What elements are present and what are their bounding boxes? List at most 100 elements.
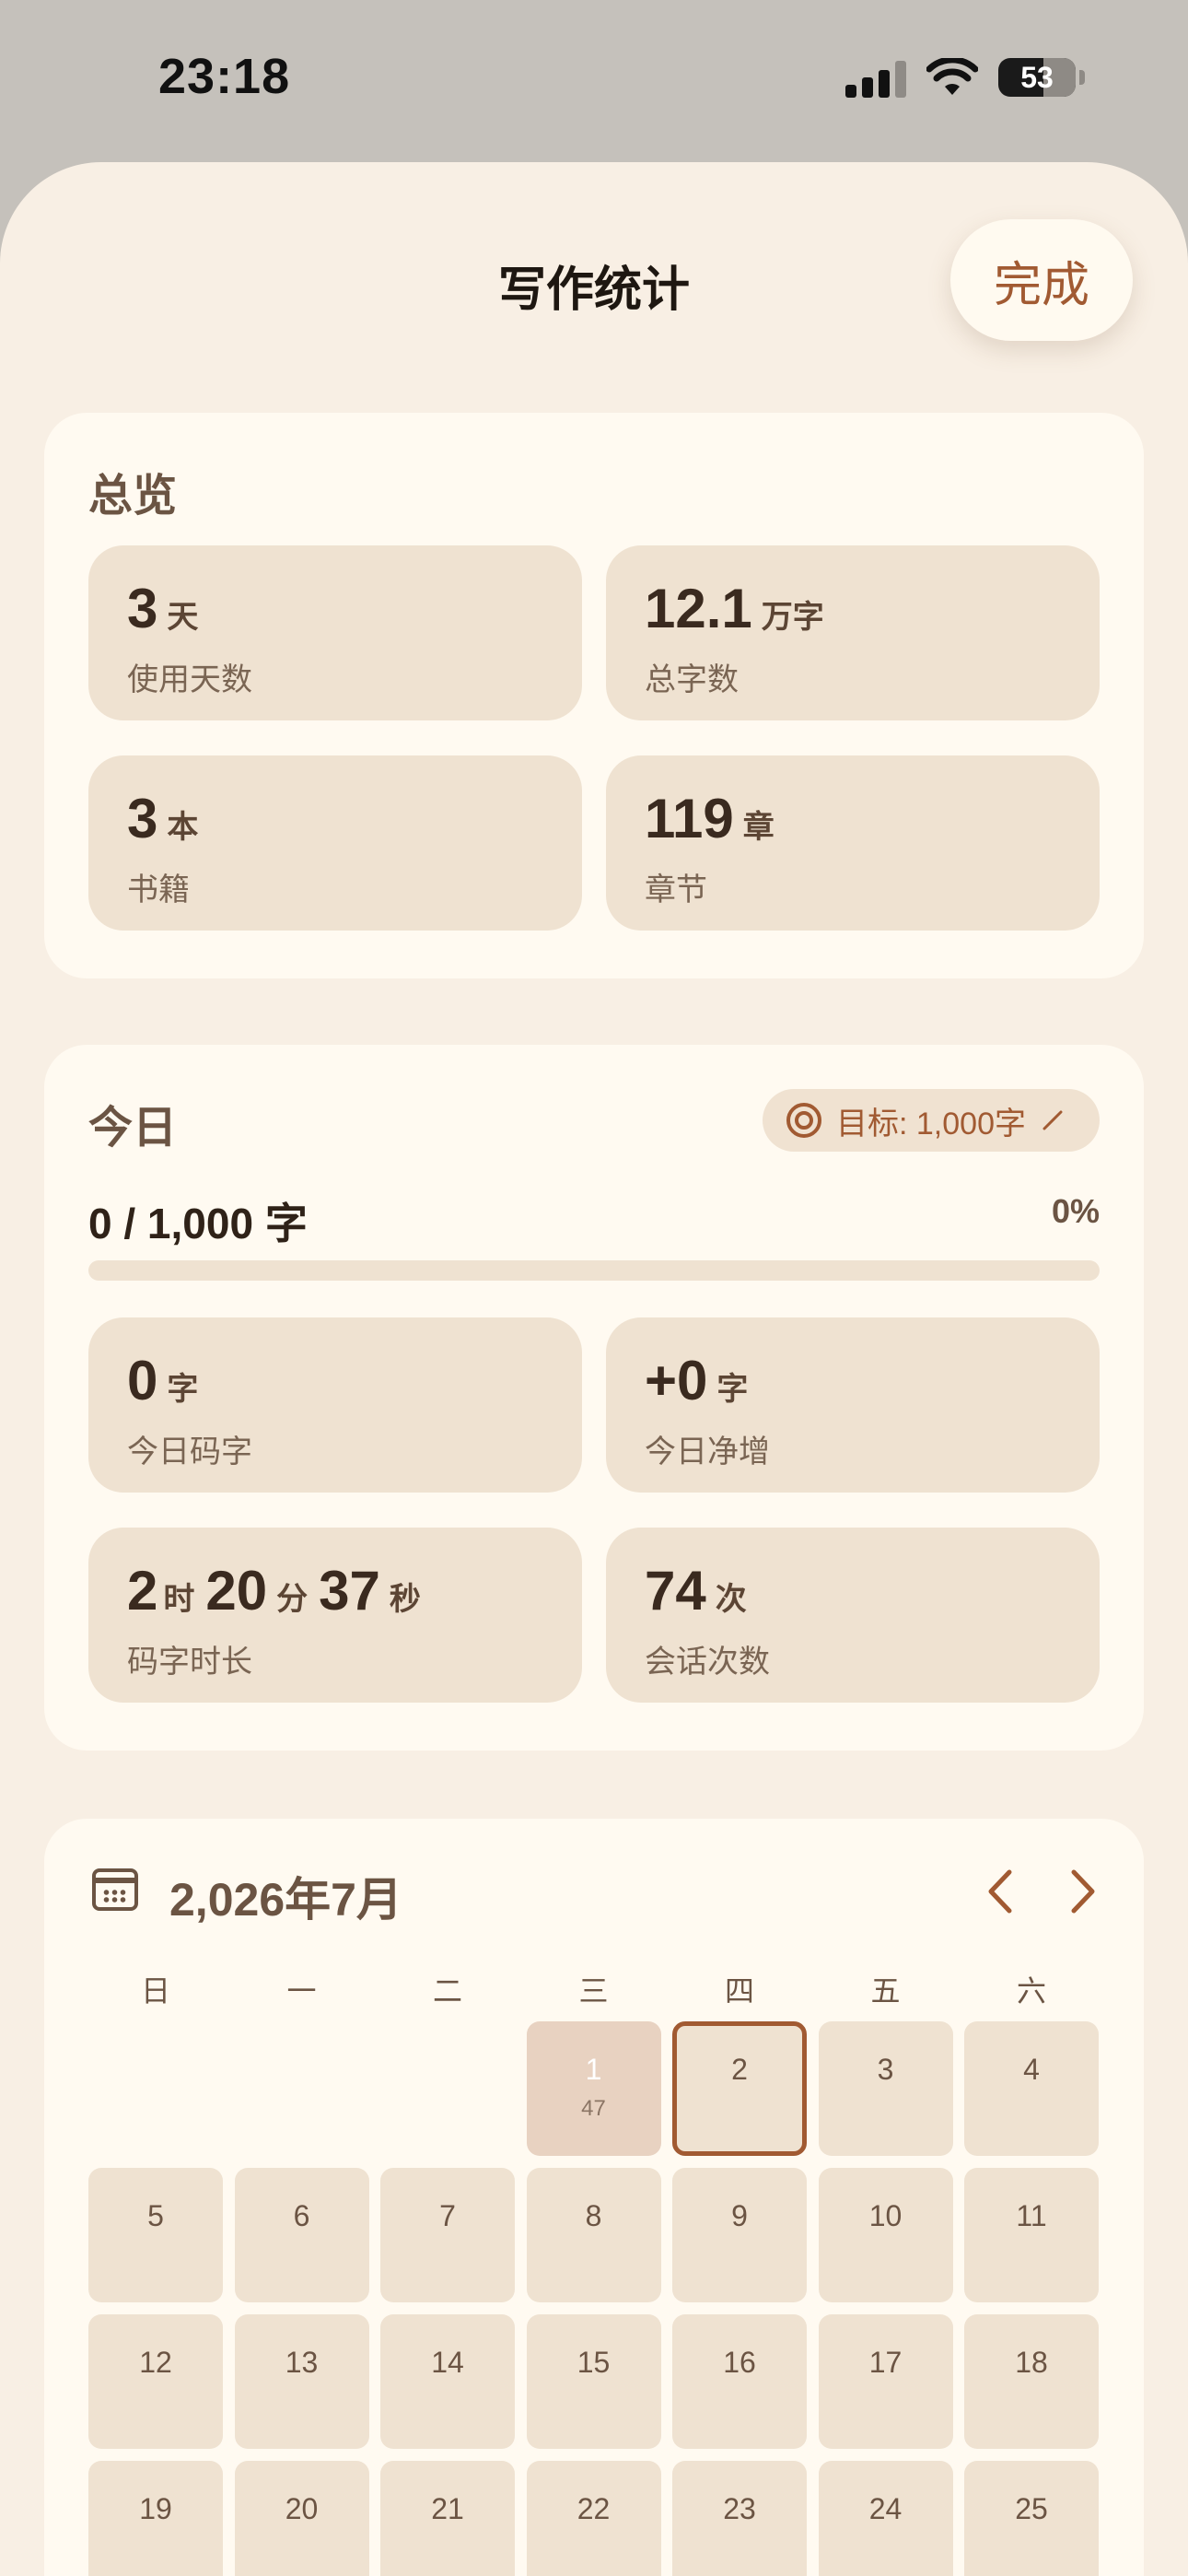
calendar-day-1[interactable]: 1 47 — [526, 2021, 661, 2156]
today-card: 今日 目标: 1,000字 0 / 1,000 字 0% 0字 今日码字 +0 字… — [44, 1045, 1144, 1751]
day-number: 11 — [1016, 2199, 1047, 2232]
stat-tile-net-increase: +0 字 今日净增 — [606, 1317, 1100, 1493]
calendar-day-6[interactable]: 6 — [234, 2168, 369, 2302]
stat-label: 使用天数 — [127, 662, 252, 697]
calendar-day-14[interactable]: 14 — [380, 2314, 515, 2449]
weekday-label: 六 — [1016, 1974, 1046, 2008]
weekday-label: 五 — [870, 1974, 901, 2008]
day-number: 24 — [868, 2492, 903, 2525]
stat-value: +0 — [645, 1350, 708, 1411]
chevron-left-icon[interactable] — [967, 1859, 1031, 1924]
day-number: 14 — [431, 2346, 464, 2379]
progress-text: 0 / 1,000 字 — [88, 1200, 308, 1247]
day-number: 25 — [1015, 2492, 1048, 2525]
stat-tile-sessions: 74 次 会话次数 — [606, 1528, 1100, 1703]
calendar-day-15[interactable]: 15 — [526, 2314, 661, 2449]
calendar-day-23[interactable]: 23 — [672, 2461, 807, 2576]
overview-title: 总览 — [88, 472, 178, 521]
duration-seconds: 37 — [319, 1560, 380, 1622]
weekday-label: 日 — [140, 1974, 170, 2008]
day-number: 12 — [139, 2346, 172, 2379]
day-word-count: 47 — [581, 2096, 606, 2121]
stat-label: 今日码字 — [127, 1434, 252, 1469]
weekday-label: 一 — [286, 1974, 317, 2008]
stat-unit: 时 — [163, 1582, 195, 1617]
stat-value: 3 — [127, 578, 158, 639]
calendar-day-21[interactable]: 21 — [380, 2461, 515, 2576]
goal-button[interactable]: 目标: 1,000字 — [763, 1089, 1100, 1152]
calendar-day-25[interactable]: 25 — [964, 2461, 1099, 2576]
day-number: 10 — [868, 2199, 903, 2232]
day-number: 6 — [293, 2199, 310, 2232]
day-number: 18 — [1015, 2346, 1048, 2379]
stat-value: 0 — [127, 1350, 158, 1411]
calendar-day-19[interactable]: 19 — [88, 2461, 223, 2576]
day-number: 8 — [585, 2199, 602, 2232]
edit-icon — [1042, 1110, 1063, 1130]
stat-unit: 章 — [742, 810, 775, 845]
progress-bar — [88, 1260, 1100, 1281]
day-number: 23 — [723, 2492, 756, 2525]
stat-label: 码字时长 — [127, 1645, 252, 1680]
day-number: 3 — [877, 2053, 894, 2086]
signal-icon — [845, 57, 906, 98]
calendar-day-4[interactable]: 4 — [964, 2021, 1099, 2156]
day-number: 17 — [868, 2346, 903, 2379]
calendar-day-18[interactable]: 18 — [964, 2314, 1099, 2449]
day-number: 7 — [439, 2199, 456, 2232]
stat-unit: 字 — [167, 1372, 199, 1407]
calendar-card: 2,026年7月 日一二三四五六 1 47 2 3 4 5 6 7 8 9 10 11 12 13 14 15 1… — [44, 1819, 1144, 2576]
calendar-day-12[interactable]: 12 — [88, 2314, 223, 2449]
stat-tile-chapters: 119 章 章节 — [606, 755, 1100, 931]
done-button[interactable]: 完成 — [950, 219, 1133, 341]
calendar-month-label: 2,026年7月 — [169, 1874, 402, 1926]
calendar-day-3[interactable]: 3 — [818, 2021, 953, 2156]
calendar-day-2[interactable]: 2 — [672, 2021, 807, 2156]
weekday-label: 三 — [578, 1974, 609, 2008]
day-number: 9 — [731, 2199, 748, 2232]
stat-label: 今日净增 — [645, 1434, 770, 1469]
day-number: 1 — [585, 2053, 602, 2086]
calendar-day-16[interactable]: 16 — [672, 2314, 807, 2449]
day-number: 20 — [285, 2492, 319, 2525]
day-number: 4 — [1023, 2053, 1040, 2086]
calendar-day-17[interactable]: 17 — [818, 2314, 953, 2449]
calendar-day-9[interactable]: 9 — [672, 2168, 807, 2302]
weekday-label: 二 — [432, 1974, 462, 2008]
chevron-right-icon[interactable] — [1052, 1859, 1116, 1924]
stat-tile-books: 3本 书籍 — [88, 755, 582, 931]
stat-unit: 秒 — [389, 1582, 421, 1617]
calendar-day-22[interactable]: 22 — [526, 2461, 661, 2576]
calendar-day-8[interactable]: 8 — [526, 2168, 661, 2302]
stat-unit: 分 — [276, 1582, 309, 1617]
day-number: 2 — [731, 2053, 748, 2086]
duration-minutes: 20 — [205, 1560, 268, 1622]
stat-label: 书籍 — [127, 872, 190, 907]
day-number: 5 — [147, 2199, 164, 2232]
stat-label: 章节 — [645, 872, 707, 907]
day-number: 19 — [139, 2492, 172, 2525]
calendar-day-11[interactable]: 11 — [964, 2168, 1099, 2302]
battery-level: 53 — [1020, 60, 1054, 94]
calendar-day-10[interactable]: 10 — [818, 2168, 953, 2302]
day-number: 13 — [285, 2346, 319, 2379]
target-icon — [786, 1103, 821, 1138]
stats-sheet: 写作统计 完成 总览 3天 使用天数 12.1 万字 总字数 3本 书籍 119 章… — [0, 162, 1188, 2576]
stat-label: 会话次数 — [645, 1645, 770, 1680]
calendar-day-7[interactable]: 7 — [380, 2168, 515, 2302]
calendar-day-13[interactable]: 13 — [234, 2314, 369, 2449]
day-number: 16 — [723, 2346, 756, 2379]
status-bar: 23:18 53 — [0, 0, 1188, 162]
stat-value: 12.1 — [645, 578, 752, 639]
stat-value: 119 — [645, 788, 734, 849]
calendar-day-5[interactable]: 5 — [88, 2168, 223, 2302]
today-title: 今日 — [88, 1104, 178, 1153]
day-number: 15 — [577, 2346, 611, 2379]
stat-unit: 次 — [715, 1582, 747, 1617]
calendar-day-20[interactable]: 20 — [234, 2461, 369, 2576]
stat-value: 74 — [645, 1560, 706, 1622]
stat-label: 总字数 — [645, 662, 739, 697]
calendar-day-24[interactable]: 24 — [818, 2461, 953, 2576]
stat-unit: 字 — [716, 1372, 749, 1407]
stat-value: 3 — [127, 788, 158, 849]
